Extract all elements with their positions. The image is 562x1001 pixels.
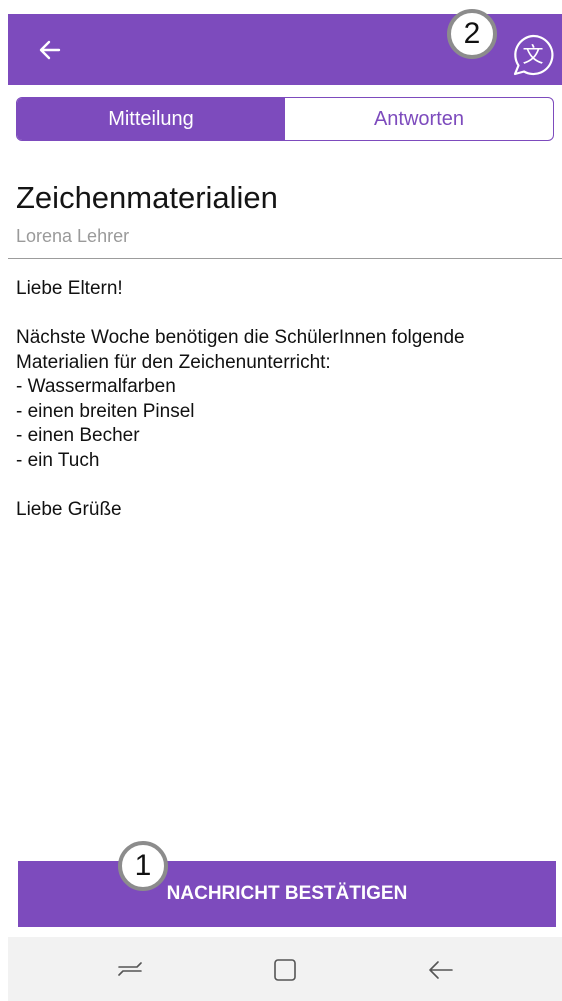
body-line: Liebe Eltern! — [16, 278, 123, 299]
callout-marker-2: 2 — [447, 9, 497, 59]
body-line: - einen Becher — [16, 425, 140, 446]
body-line: - einen breiten Pinsel — [16, 400, 195, 422]
body-line: - ein Tuch — [16, 449, 100, 471]
back-button[interactable] — [32, 34, 68, 66]
divider — [8, 258, 562, 259]
body-line — [16, 302, 546, 327]
message-author: Lorena Lehrer — [16, 226, 130, 246]
body-line: - Wassermalfarben — [16, 376, 176, 397]
callout-number: 1 — [134, 849, 152, 882]
translate-button[interactable]: 文 — [510, 32, 556, 78]
back-icon[interactable] — [426, 957, 456, 983]
translate-icon: 文 — [513, 34, 554, 76]
system-nav-bar — [8, 937, 562, 1001]
home-icon[interactable] — [270, 957, 300, 983]
callout-number: 2 — [463, 17, 481, 50]
confirm-message-button[interactable]: NACHRICHT BESTÄTIGEN — [18, 861, 556, 927]
segmented-tabs: Mitteilung Antworten — [16, 97, 554, 141]
body-line — [16, 473, 546, 498]
body-line: Materialien für den Zeichenunterricht: — [16, 351, 331, 373]
callout-marker-1: 1 — [118, 841, 168, 891]
svg-text:文: 文 — [523, 43, 544, 67]
tab-antworten[interactable]: Antworten — [285, 98, 553, 140]
recent-apps-icon[interactable] — [115, 957, 145, 983]
arrow-left-icon — [39, 40, 61, 60]
tab-mitteilung[interactable]: Mitteilung — [17, 98, 285, 140]
body-line: Liebe Grüße — [16, 498, 122, 520]
body-line: Nächste Woche benötigen die SchülerInnen… — [16, 327, 465, 348]
message-title: Zeichenmaterialien — [16, 180, 278, 215]
message-body: Liebe Eltern! Nächste Woche benötigen di… — [16, 277, 546, 522]
